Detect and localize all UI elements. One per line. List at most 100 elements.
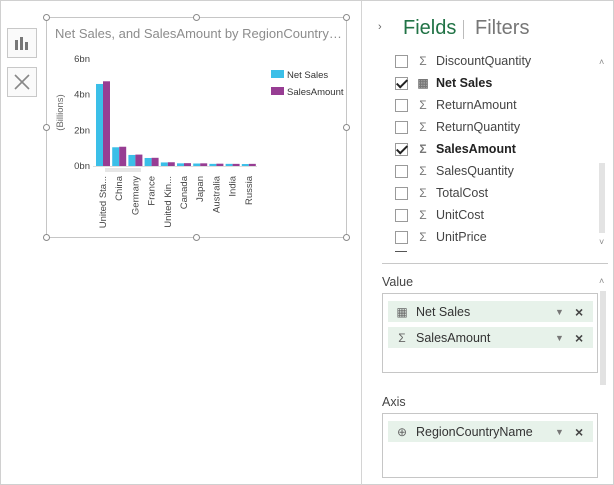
resize-handle-left[interactable] xyxy=(43,124,50,131)
field-item[interactable]: Σ ReturnAmount xyxy=(395,94,517,116)
field-checkbox[interactable] xyxy=(395,164,408,178)
bar-chart-icon xyxy=(15,37,28,50)
bar-salesamount[interactable] xyxy=(184,163,191,166)
bar-salesamount[interactable] xyxy=(232,163,240,166)
bar-salesamount[interactable] xyxy=(167,162,175,166)
chevron-down-icon[interactable]: ▼ xyxy=(555,333,567,343)
bar-net-sales[interactable] xyxy=(128,154,136,166)
field-list-scroll-down[interactable]: ˅ xyxy=(599,237,604,247)
remove-icon[interactable]: × xyxy=(575,304,587,320)
field-item[interactable]: Σ TotalCost xyxy=(395,182,488,204)
field-list-scroll-up[interactable]: ˄ xyxy=(599,57,604,67)
section-separator xyxy=(382,263,608,264)
bar-net-sales[interactable] xyxy=(96,83,103,166)
chart-visual[interactable]: Net Sales, and SalesAmount by RegionCoun… xyxy=(46,17,347,238)
bar-salesamount[interactable] xyxy=(119,146,127,166)
field-item[interactable]: Σ SalesQuantity xyxy=(395,160,514,182)
bar-net-sales[interactable] xyxy=(209,163,217,166)
tab-filters[interactable]: Filters xyxy=(475,17,529,40)
field-item[interactable]: Σ DiscountQuantity xyxy=(395,51,531,72)
sigma-icon: Σ xyxy=(419,98,427,112)
field-checkbox[interactable] xyxy=(395,142,408,156)
field-pill[interactable]: Σ SalesAmount ▼ × xyxy=(388,327,593,348)
field-checkbox[interactable] xyxy=(395,230,408,244)
bar-net-sales[interactable] xyxy=(144,157,152,166)
chevron-down-icon[interactable]: ▼ xyxy=(555,427,567,437)
resize-handle-bottom-right[interactable] xyxy=(343,234,350,241)
field-list: Σ DiscountQuantity ▦ Net Sales Σ ReturnAmount… xyxy=(395,51,595,251)
value-drop-area[interactable]: ▦ Net Sales ▼ × Σ SalesAmount ▼ × xyxy=(382,293,598,373)
list-more-indicator xyxy=(395,251,407,252)
field-item[interactable]: Σ UnitCost xyxy=(395,204,484,226)
field-checkbox[interactable] xyxy=(395,186,408,200)
field-checkbox[interactable] xyxy=(395,76,408,90)
sigma-icon: Σ xyxy=(398,330,406,345)
field-label: UnitCost xyxy=(436,208,484,222)
bar-net-sales[interactable] xyxy=(112,147,120,166)
field-label: ReturnQuantity xyxy=(436,120,521,134)
bar-net-sales[interactable] xyxy=(177,163,184,166)
resize-handle-top-left[interactable] xyxy=(43,14,50,21)
legend-swatch xyxy=(271,70,284,78)
bar-chart: 6bn 4bn 2bn 0bn (Billions) United Sta... China… xyxy=(55,54,344,228)
bar-salesamount[interactable] xyxy=(103,81,110,166)
field-pill[interactable]: ▦ Net Sales ▼ × xyxy=(388,301,593,322)
sigma-icon: Σ xyxy=(419,186,427,200)
legend-swatch xyxy=(271,87,284,95)
field-item[interactable]: Σ ReturnQuantity xyxy=(395,116,520,138)
tab-fields[interactable]: Fields xyxy=(403,17,456,40)
field-item[interactable]: ▦ Net Sales xyxy=(395,72,492,94)
resize-handle-top[interactable] xyxy=(193,14,200,21)
tab-separator xyxy=(463,20,464,39)
y-tick-label: 4bn xyxy=(74,90,90,101)
sigma-icon: Σ xyxy=(419,164,427,178)
field-checkbox[interactable] xyxy=(395,98,408,112)
calculated-field-icon: ▦ xyxy=(396,304,408,319)
bar-net-sales[interactable] xyxy=(160,162,168,166)
clear-filter-button[interactable] xyxy=(7,67,37,97)
bar-salesamount[interactable] xyxy=(248,163,256,166)
bar-salesamount[interactable] xyxy=(200,163,208,166)
axis-drop-area[interactable]: ⊕ RegionCountryName ▼ × xyxy=(382,413,598,478)
resize-handle-bottom[interactable] xyxy=(193,234,200,241)
y-tick-label: 2bn xyxy=(74,125,90,136)
bar-salesamount[interactable] xyxy=(151,157,159,166)
globe-icon: ⊕ xyxy=(396,424,408,439)
panel-divider xyxy=(361,1,362,485)
remove-icon[interactable]: × xyxy=(575,424,587,440)
resize-handle-top-right[interactable] xyxy=(343,14,350,21)
field-list-scrollbar[interactable] xyxy=(599,163,605,233)
y-axis-label: (Billions) xyxy=(55,94,66,130)
value-area-scrollbar[interactable] xyxy=(600,291,606,385)
x-tick-label: Russia xyxy=(244,175,255,205)
remove-icon[interactable]: × xyxy=(575,330,587,346)
field-label: DiscountQuantity xyxy=(436,54,532,68)
chart-type-button[interactable] xyxy=(7,28,37,58)
axis-scroll-indicator[interactable] xyxy=(105,168,141,172)
bar-salesamount[interactable] xyxy=(135,154,143,166)
field-item[interactable]: Σ SalesAmount xyxy=(395,138,516,160)
field-checkbox[interactable] xyxy=(395,54,408,68)
field-checkbox[interactable] xyxy=(395,120,408,134)
field-label: SalesQuantity xyxy=(436,164,514,178)
resize-handle-right[interactable] xyxy=(343,124,350,131)
field-checkbox[interactable] xyxy=(395,208,408,222)
field-label: SalesAmount xyxy=(436,142,516,156)
y-tick-label: 6bn xyxy=(74,54,90,65)
bar-net-sales[interactable] xyxy=(193,163,201,166)
x-tick-label: Germany xyxy=(130,176,141,215)
collapse-panel-button[interactable]: › xyxy=(378,21,382,33)
chevron-down-icon[interactable]: ▼ xyxy=(555,307,567,317)
pill-label: RegionCountryName xyxy=(416,424,533,439)
value-area-scroll-up[interactable]: ˄ xyxy=(599,276,604,286)
calculated-field-icon: ▦ xyxy=(417,76,429,90)
value-area-label: Value xyxy=(382,275,414,289)
resize-handle-bottom-left[interactable] xyxy=(43,234,50,241)
bar-net-sales[interactable] xyxy=(241,164,249,166)
x-tick-label: United Sta... xyxy=(98,176,109,228)
field-item[interactable]: Σ UnitPrice xyxy=(395,226,487,248)
field-pill[interactable]: ⊕ RegionCountryName ▼ × xyxy=(388,421,593,442)
x-tick-label: United Kin... xyxy=(163,176,174,228)
bar-net-sales[interactable] xyxy=(225,163,233,166)
bar-salesamount[interactable] xyxy=(216,163,224,166)
